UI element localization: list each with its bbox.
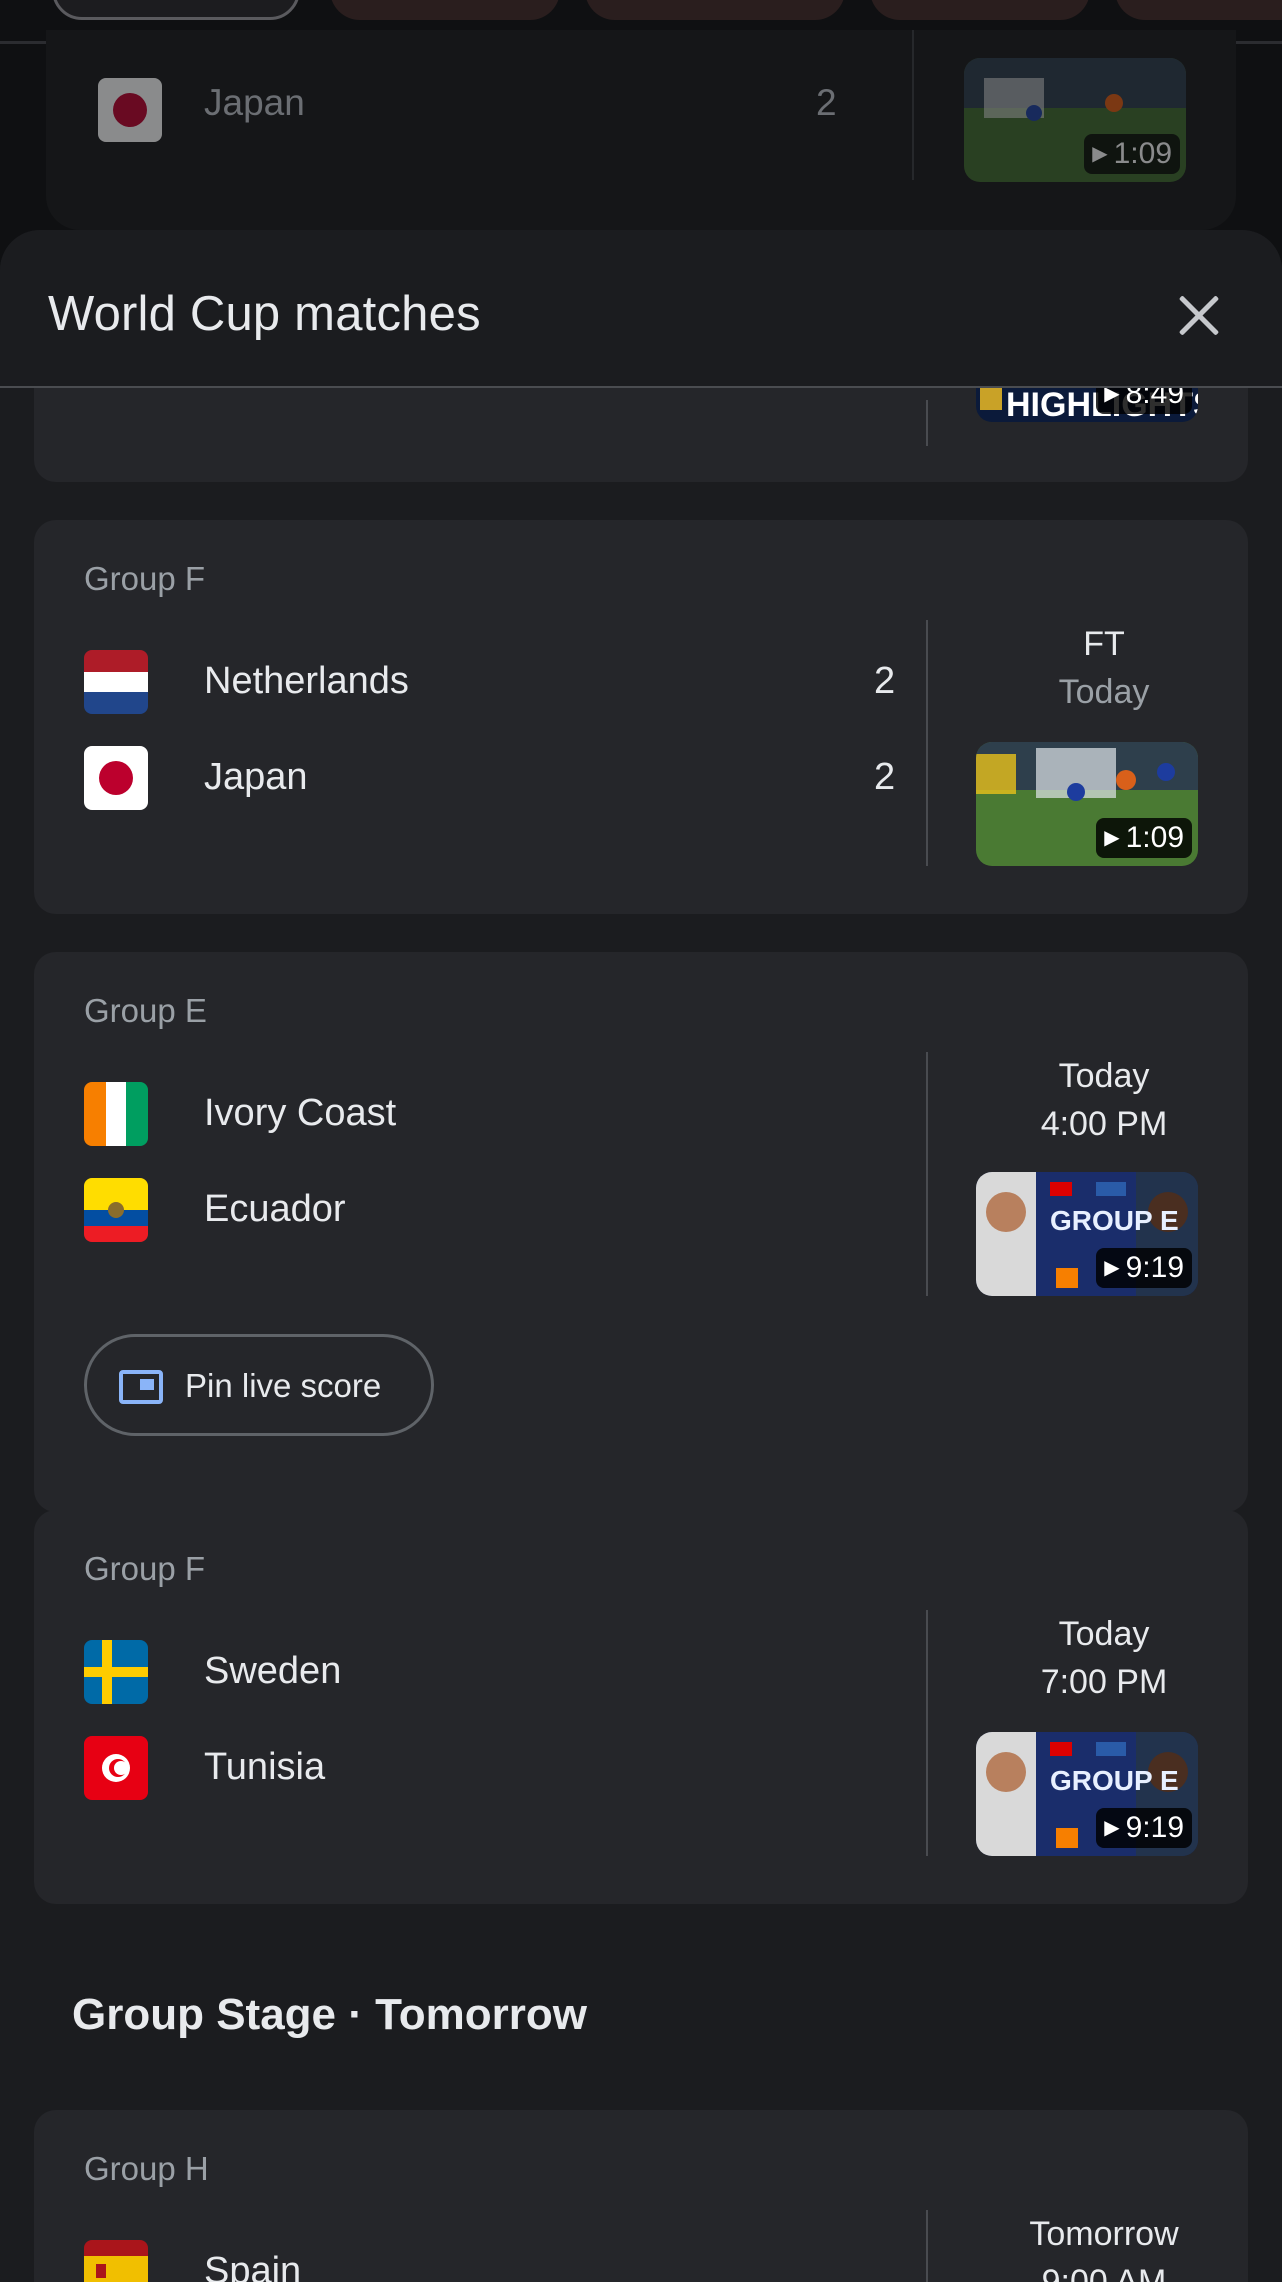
sweden-flag-icon bbox=[84, 1640, 148, 1709]
team-name: Spain bbox=[204, 2250, 302, 2282]
pin-live-score-button[interactable]: Pin live score bbox=[84, 1334, 434, 1436]
page: Japan 2 ▶ 1:09 World Cup matches ▶ 8:49 … bbox=[0, 0, 1282, 2282]
sheet-title: World Cup matches bbox=[48, 287, 481, 341]
match-status: FT Today bbox=[934, 620, 1274, 716]
video-duration: ▶ 1:09 bbox=[1096, 818, 1192, 858]
filter-chip[interactable] bbox=[52, 0, 300, 20]
divider bbox=[926, 400, 928, 446]
divider bbox=[912, 30, 914, 180]
team-row: Ecuador bbox=[84, 1178, 914, 1242]
group-label: Group F bbox=[84, 1550, 206, 1587]
team-name: Sweden bbox=[204, 1650, 342, 1692]
status-primary: Today bbox=[1058, 1615, 1150, 1653]
group-label: Group H bbox=[84, 2150, 209, 2187]
team-name: Netherlands bbox=[204, 660, 409, 702]
pin-live-score-label: Pin live score bbox=[185, 1367, 382, 1404]
team-row: Netherlands 2 bbox=[84, 650, 914, 714]
close-icon[interactable] bbox=[1170, 286, 1228, 344]
status-secondary: 9:00 AM bbox=[1041, 2263, 1167, 2282]
background-match-card: Japan 2 ▶ 1:09 bbox=[46, 30, 1236, 230]
japan-flag-icon bbox=[84, 746, 148, 815]
status-secondary: Today bbox=[1058, 673, 1150, 711]
ivory-coast-flag-icon bbox=[84, 1082, 148, 1151]
status-primary: Tomorrow bbox=[1029, 2215, 1179, 2253]
match-card[interactable]: Group F Netherlands 2 Japan 2 FT Today ▶… bbox=[34, 520, 1248, 914]
match-card[interactable]: Group E Ivory Coast Ecuador Today 4:00 P… bbox=[34, 952, 1248, 1512]
divider bbox=[926, 1052, 928, 1296]
divider bbox=[926, 2210, 928, 2282]
video-duration: ▶ 9:19 bbox=[1096, 1248, 1192, 1288]
thumbnail-text: GROUP E bbox=[1050, 1205, 1179, 1236]
match-card[interactable]: Group H Spain Tomorrow 9:00 AM bbox=[34, 2110, 1248, 2282]
video-thumbnail[interactable]: GROUP E ▶ 9:19 bbox=[976, 1732, 1198, 1856]
divider bbox=[926, 620, 928, 866]
team-row: Ivory Coast bbox=[84, 1082, 914, 1146]
match-status: Today 7:00 PM bbox=[934, 1610, 1274, 1706]
tunisia-flag-icon bbox=[84, 1736, 148, 1805]
status-secondary: 4:00 PM bbox=[1040, 1105, 1168, 1143]
status-primary: FT bbox=[1083, 625, 1125, 663]
match-status: Tomorrow 9:00 AM bbox=[934, 2210, 1274, 2282]
filter-chip[interactable] bbox=[1115, 0, 1282, 20]
filter-chip[interactable] bbox=[330, 0, 560, 20]
video-thumbnail[interactable]: GROUP E ▶ 9:19 bbox=[976, 1172, 1198, 1296]
team-name: Japan bbox=[204, 756, 308, 798]
team-name: Japan bbox=[204, 82, 305, 123]
video-duration: ▶ 1:09 bbox=[1084, 134, 1180, 174]
picture-in-picture-icon bbox=[119, 1370, 163, 1404]
netherlands-flag-icon bbox=[84, 650, 148, 719]
match-card[interactable]: Group F Sweden Tunisia Today 7:00 PM GRO… bbox=[34, 1510, 1248, 1904]
thumbnail-text: GROUP E bbox=[1050, 1765, 1179, 1796]
filter-chip[interactable] bbox=[870, 0, 1090, 20]
team-score: 2 bbox=[874, 756, 896, 798]
team-row: Japan 2 bbox=[84, 746, 914, 810]
team-row: Spain bbox=[84, 2240, 914, 2282]
section-title: Group Stage · Tomorrow bbox=[72, 1990, 587, 2039]
team-score: 2 bbox=[816, 82, 837, 123]
team-row: Tunisia bbox=[84, 1736, 914, 1800]
status-primary: Today bbox=[1058, 1057, 1150, 1095]
match-status: Today 4:00 PM bbox=[934, 1052, 1274, 1148]
filter-chip[interactable] bbox=[585, 0, 845, 20]
divider bbox=[926, 1610, 928, 1856]
team-row: Sweden bbox=[84, 1640, 914, 1704]
team-score: 2 bbox=[874, 660, 896, 702]
japan-flag-icon bbox=[98, 78, 162, 147]
group-label: Group F bbox=[84, 560, 206, 597]
status-secondary: 7:00 PM bbox=[1040, 1663, 1168, 1701]
team-name: Tunisia bbox=[204, 1746, 326, 1788]
ecuador-flag-icon bbox=[84, 1178, 148, 1247]
group-label: Group E bbox=[84, 992, 207, 1029]
video-thumbnail[interactable]: ▶ 1:09 bbox=[964, 58, 1186, 182]
video-thumbnail[interactable]: ▶ 1:09 bbox=[976, 742, 1198, 866]
spain-flag-icon bbox=[84, 2240, 148, 2282]
team-name: Ecuador bbox=[204, 1188, 346, 1230]
team-name: Ivory Coast bbox=[204, 1092, 397, 1134]
sheet-header: World Cup matches bbox=[0, 230, 1282, 388]
video-duration: ▶ 9:19 bbox=[1096, 1808, 1192, 1848]
matches-sheet: World Cup matches HIGHLIGHTS ▶8:49 Group… bbox=[0, 230, 1282, 2282]
